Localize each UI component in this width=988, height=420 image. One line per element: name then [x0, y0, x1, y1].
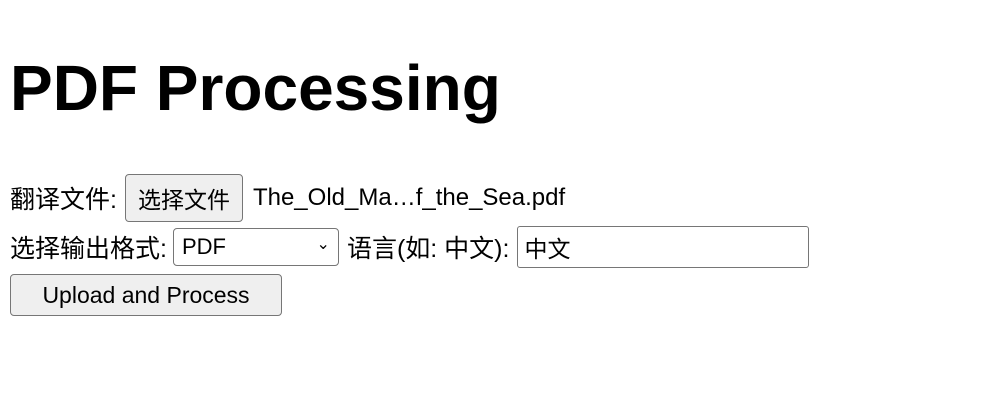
format-label: 选择输出格式:: [10, 235, 167, 263]
language-label: 语言(如: 中文):: [346, 235, 510, 263]
file-name: The_Old_Ma…f_the_Sea.pdf: [252, 184, 566, 211]
language-value: 中文: [524, 236, 571, 262]
file-row: 翻译文件: 选择文件 The_Old_Ma…f_the_Sea.pdf: [10, 174, 565, 222]
file-label: 翻译文件:: [10, 186, 117, 214]
submit-row: Upload and Process: [10, 274, 282, 316]
page-title: PDF Processing: [10, 52, 501, 124]
language-input[interactable]: 中文: [517, 226, 810, 268]
options-row: 选择输出格式: PDF ⌄ 语言(如: 中文): 中文: [10, 226, 810, 268]
upload-and-process-button[interactable]: Upload and Process: [10, 274, 282, 316]
choose-file-button[interactable]: 选择文件: [124, 174, 243, 222]
chevron-down-icon: ⌄: [316, 236, 330, 253]
format-value: PDF: [181, 234, 226, 259]
format-select[interactable]: PDF ⌄: [172, 228, 339, 266]
